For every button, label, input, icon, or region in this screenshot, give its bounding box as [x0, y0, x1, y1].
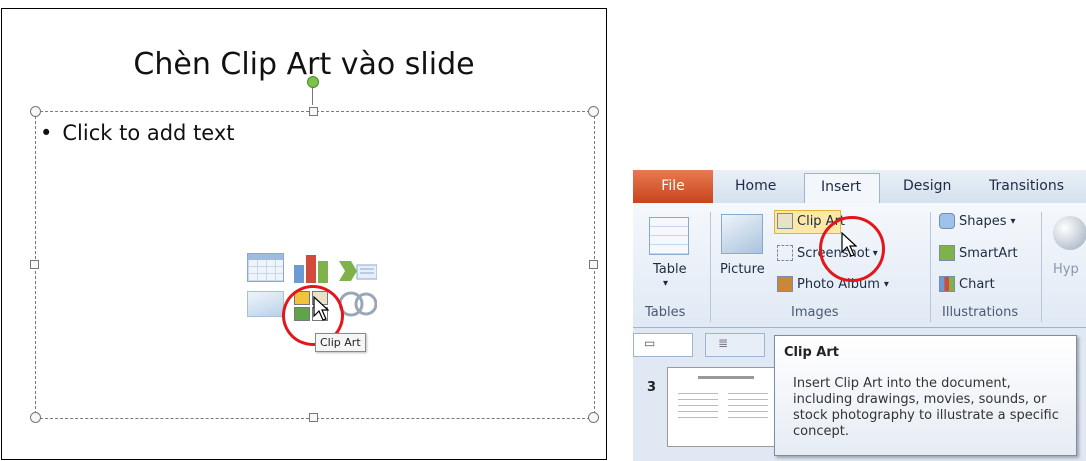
- group-label-images: Images: [791, 305, 839, 320]
- tab-home[interactable]: Home: [735, 178, 776, 194]
- photo-album-button[interactable]: Photo Album ▾: [777, 276, 889, 292]
- group-label-tables: Tables: [645, 305, 686, 320]
- slide-canvas: Chèn Clip Art vào slide • Click to add te…: [1, 8, 607, 460]
- clip-art-tooltip: Clip Art: [315, 333, 366, 352]
- hyperlink-button-partial[interactable]: Hyp: [1053, 262, 1079, 277]
- shapes-icon: [939, 213, 955, 229]
- insert-media-icon[interactable]: [338, 289, 378, 319]
- table-button[interactable]: Table: [653, 262, 687, 277]
- supertip-title: Clip Art: [784, 345, 839, 360]
- photo-album-icon: [777, 276, 793, 292]
- clip-art-icon: [777, 213, 793, 229]
- slides-tab-icon: ▭: [644, 336, 656, 350]
- tab-slides[interactable]: ▭: [633, 333, 693, 357]
- resize-handle-bottom[interactable]: [309, 413, 318, 422]
- rotation-connector: [312, 85, 313, 105]
- smartart-button[interactable]: SmartArt: [939, 245, 1018, 261]
- shapes-label: Shapes: [959, 213, 1007, 229]
- bullet-text: Click to add text: [62, 121, 235, 145]
- table-icon[interactable]: [649, 217, 689, 255]
- smartart-icon: [939, 245, 955, 261]
- ribbon-tab-bar: File Home Insert Design Transitions: [633, 170, 1086, 204]
- tab-insert-label: Insert: [821, 179, 862, 195]
- insert-smartart-icon[interactable]: [339, 259, 378, 283]
- resize-handle-right[interactable]: [589, 260, 598, 269]
- group-separator: [710, 212, 711, 322]
- shapes-button[interactable]: Shapes ▾: [939, 213, 1016, 229]
- smartart-label: SmartArt: [959, 245, 1018, 261]
- resize-handle-bottom-left[interactable]: [30, 412, 41, 423]
- chart-button[interactable]: Chart: [939, 276, 995, 292]
- group-separator: [930, 212, 931, 322]
- mouse-pointer-icon: [841, 232, 857, 257]
- chart-icon: [939, 276, 955, 292]
- resize-handle-left[interactable]: [30, 260, 39, 269]
- rotation-handle[interactable]: [307, 76, 319, 88]
- chevron-down-icon: ▾: [883, 278, 889, 290]
- resize-handle-top-right[interactable]: [588, 106, 599, 117]
- slide-number: 3: [647, 380, 657, 395]
- chart-label: Chart: [959, 276, 995, 292]
- outline-tab-icon: ≣: [718, 336, 729, 350]
- chevron-down-icon[interactable]: ▾: [663, 278, 668, 289]
- clip-art-supertip: Clip Art Insert Clip Art into the docume…: [774, 335, 1077, 456]
- slide-thumbnail[interactable]: [667, 367, 785, 447]
- resize-handle-top-left[interactable]: [30, 106, 41, 117]
- picture-button[interactable]: Picture: [720, 262, 765, 277]
- group-separator: [1041, 212, 1042, 322]
- supertip-description: Insert Clip Art into the document, inclu…: [793, 376, 1059, 439]
- tab-design[interactable]: Design: [903, 178, 951, 194]
- insert-chart-icon[interactable]: [292, 253, 332, 283]
- mouse-pointer-icon: [313, 296, 329, 321]
- bullet-placeholder-text[interactable]: • Click to add text: [40, 121, 235, 145]
- group-label-illustrations: Illustrations: [942, 305, 1019, 320]
- chevron-down-icon: ▾: [1010, 215, 1016, 227]
- resize-handle-bottom-right[interactable]: [588, 412, 599, 423]
- tab-outline[interactable]: ≣: [705, 333, 765, 357]
- hyperlink-globe-icon[interactable]: [1053, 216, 1086, 250]
- tab-insert-active[interactable]: Insert: [804, 173, 880, 204]
- resize-handle-top[interactable]: [309, 107, 318, 116]
- screenshot-icon: [777, 245, 793, 261]
- insert-table-icon[interactable]: [247, 253, 284, 282]
- slide-title[interactable]: Chèn Clip Art vào slide: [2, 47, 606, 82]
- picture-icon[interactable]: [721, 214, 763, 254]
- insert-picture-icon[interactable]: [247, 291, 284, 317]
- tab-file[interactable]: File: [633, 170, 713, 203]
- tab-transitions[interactable]: Transitions: [989, 178, 1064, 194]
